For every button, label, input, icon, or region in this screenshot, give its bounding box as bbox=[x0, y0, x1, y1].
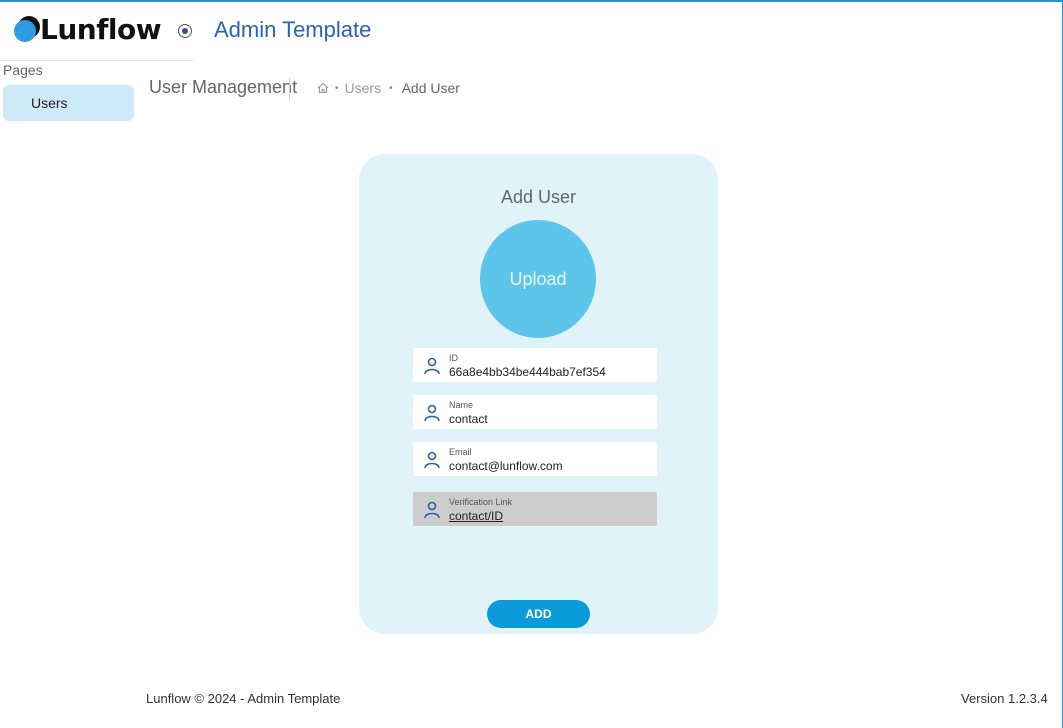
email-field-label: Email bbox=[449, 447, 472, 457]
upload-avatar-button[interactable]: Upload bbox=[480, 220, 596, 338]
sidebar-item-label: Users bbox=[31, 95, 68, 111]
breadcrumb-current: Add User bbox=[401, 80, 460, 96]
logo-icon bbox=[14, 16, 40, 42]
breadcrumb-separator: • bbox=[389, 82, 393, 94]
user-icon bbox=[424, 404, 440, 422]
sidebar-item-users[interactable]: Users bbox=[3, 85, 134, 121]
email-field[interactable]: Email contact@lunflow.com bbox=[413, 442, 657, 476]
breadcrumb-separator: • bbox=[335, 82, 339, 94]
user-icon bbox=[424, 501, 440, 519]
home-icon[interactable] bbox=[316, 81, 330, 95]
id-field-value: 66a8e4bb34be444bab7ef354 bbox=[449, 365, 606, 379]
breadcrumb: • Users • Add User bbox=[316, 80, 460, 96]
menu-toggle-icon[interactable] bbox=[178, 24, 192, 38]
breadcrumb-users[interactable]: Users bbox=[345, 80, 382, 96]
header-divider bbox=[0, 60, 193, 61]
name-field-label: Name bbox=[449, 400, 474, 410]
name-field-value: contact bbox=[449, 412, 488, 426]
verification-link-value[interactable]: contact/ID bbox=[449, 509, 503, 523]
sidebar-section-label: Pages bbox=[3, 62, 43, 78]
user-icon bbox=[424, 451, 440, 469]
footer-copyright: Lunflow © 2024 - Admin Template bbox=[146, 691, 341, 706]
app-title: Admin Template bbox=[214, 17, 372, 42]
user-icon bbox=[424, 357, 440, 375]
logo-text: Lunflow bbox=[40, 12, 162, 46]
logo[interactable]: Lunflow bbox=[14, 12, 162, 46]
add-button[interactable]: ADD bbox=[487, 600, 590, 628]
verification-link-field[interactable]: Verification Link contact/ID bbox=[413, 492, 657, 526]
top-accent-bar bbox=[0, 0, 1063, 2]
footer-version: Version 1.2.3.4 bbox=[961, 691, 1048, 706]
card-title: Add User bbox=[500, 187, 577, 207]
breadcrumb-divider bbox=[289, 78, 290, 100]
id-field-label: ID bbox=[449, 353, 458, 363]
name-field[interactable]: Name contact bbox=[413, 395, 657, 429]
page-title: User Management bbox=[149, 77, 298, 97]
email-field-value: contact@lunflow.com bbox=[449, 459, 563, 473]
verification-link-label: Verification Link bbox=[449, 497, 513, 507]
upload-label: Upload bbox=[509, 268, 567, 289]
id-field[interactable]: ID 66a8e4bb34be444bab7ef354 bbox=[413, 348, 657, 382]
add-user-card: Add User Upload ID 66a8e4bb34be444bab7ef… bbox=[359, 154, 718, 634]
